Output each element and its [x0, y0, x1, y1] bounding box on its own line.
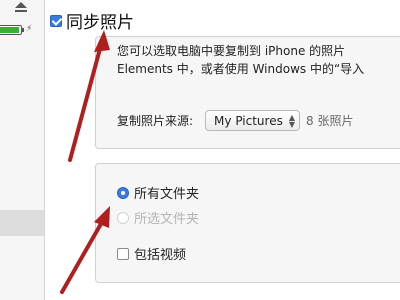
- battery-icon: [0, 25, 22, 35]
- description-line-2: Elements 中，或者使用 Windows 中的“导入: [117, 62, 365, 76]
- eject-icon[interactable]: [14, 2, 28, 12]
- sidebar: ⚡: [0, 0, 45, 300]
- include-videos-checkbox[interactable]: [117, 247, 129, 260]
- radio-selected-folders[interactable]: 所选文件夹: [117, 208, 199, 227]
- photo-count: 8 张照片: [306, 114, 354, 128]
- source-select[interactable]: My Pictures ▲ ▼: [205, 110, 300, 131]
- radio-all-folders-button[interactable]: [117, 186, 129, 199]
- sidebar-selected-item[interactable]: [0, 210, 44, 236]
- sync-photos-label: 同步照片: [66, 13, 134, 33]
- source-label: 复制照片来源:: [117, 114, 194, 128]
- radio-all-folders[interactable]: 所有文件夹: [117, 183, 199, 202]
- sync-photos-checkbox[interactable]: [50, 14, 62, 27]
- include-videos-label: 包括视频: [134, 248, 187, 263]
- battery-level: [0, 27, 19, 33]
- battery-tip: [22, 28, 24, 32]
- select-arrows-icon: ▲ ▼: [288, 112, 295, 129]
- source-select-value: My Pictures: [214, 113, 283, 128]
- source-row: 复制照片来源: My Pictures ▲ ▼ 8 张照片: [117, 110, 353, 131]
- radio-selected-folders-button[interactable]: [117, 211, 129, 224]
- description-line-1: 您可以选取电脑中要复制到 iPhone 的照片: [117, 44, 346, 58]
- lightning-icon: ⚡: [26, 24, 33, 34]
- radio-selected-folders-label: 所选文件夹: [134, 212, 200, 227]
- include-videos-row[interactable]: 包括视频: [117, 244, 186, 263]
- radio-all-folders-label: 所有文件夹: [134, 187, 200, 202]
- sync-photos-row[interactable]: 同步照片: [50, 8, 134, 33]
- description-text: 您可以选取电脑中要复制到 iPhone 的照片 Elements 中，或者使用 …: [117, 42, 364, 78]
